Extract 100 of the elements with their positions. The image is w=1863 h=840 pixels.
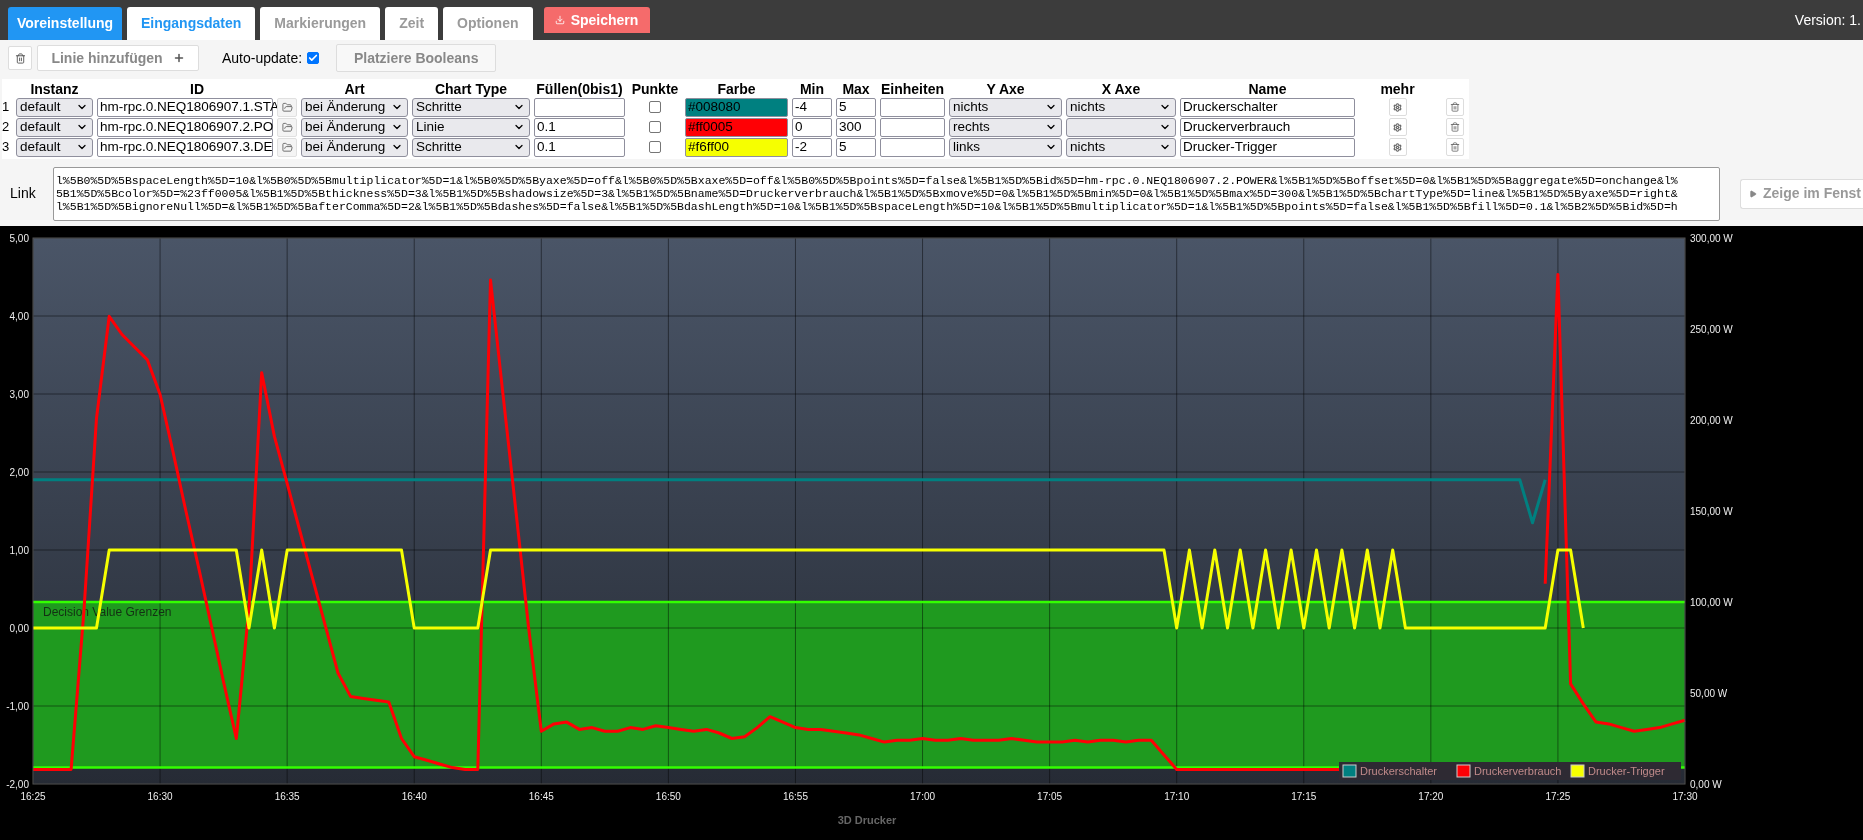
row-number: 2 xyxy=(2,118,11,137)
legend-label: Drucker-Trigger xyxy=(1588,765,1665,777)
row-number: 3 xyxy=(2,138,11,157)
settings-button[interactable] xyxy=(1388,138,1407,156)
axis-label: 4,00 xyxy=(9,311,29,322)
input-field[interactable]: 0 xyxy=(792,117,832,137)
axis-label: 150,00 W xyxy=(1690,506,1733,517)
input-field[interactable]: Druckerverbrauch xyxy=(1180,117,1355,137)
column-header: Füllen(0bis1) xyxy=(535,80,624,99)
input-field[interactable]: 0.1 xyxy=(534,137,625,157)
link-textarea[interactable] xyxy=(52,166,1720,221)
checkbox[interactable] xyxy=(307,52,320,64)
version-label: Version: 1. xyxy=(1794,10,1862,30)
input-field[interactable]: Drucker-Trigger xyxy=(1180,137,1355,157)
input-field[interactable]: #f6ff00 xyxy=(685,137,788,157)
dropdown[interactable]: nichts xyxy=(1066,97,1176,117)
input-field[interactable]: -4 xyxy=(792,97,832,117)
column-header: Name xyxy=(1247,80,1288,99)
axis-label: 2,00 xyxy=(9,467,29,478)
checkbox[interactable] xyxy=(649,101,661,113)
input-field[interactable]: hm-rpc.0.NEQ1806907.3.DE xyxy=(97,137,273,157)
dropdown[interactable]: Linie xyxy=(412,117,530,137)
column-header: ID xyxy=(189,80,205,99)
column-header: mehr xyxy=(1379,80,1416,99)
trash-icon xyxy=(1450,142,1460,152)
input-field[interactable]: #008080 xyxy=(685,97,788,117)
column-header: Y Axe xyxy=(985,80,1026,99)
delete-button[interactable] xyxy=(1446,138,1464,156)
delete-button[interactable] xyxy=(1446,118,1464,136)
folder-icon xyxy=(281,121,293,133)
folder-button[interactable] xyxy=(277,97,297,117)
dropdown[interactable]: nichts xyxy=(949,97,1062,117)
axis-label: 17:00 xyxy=(910,791,936,802)
add-line-button[interactable]: Linie hinzufügen xyxy=(37,45,199,71)
input-field[interactable]: 5 xyxy=(836,137,876,157)
dropdown[interactable]: default xyxy=(16,137,93,157)
trash-icon xyxy=(1450,102,1460,112)
axis-label: 250,00 W xyxy=(1690,324,1733,335)
dropdown[interactable]: default xyxy=(16,97,93,117)
axis-label: 100,00 W xyxy=(1690,597,1733,608)
axis-label: 0,00 W xyxy=(1690,779,1722,790)
delete-button[interactable] xyxy=(8,46,32,70)
axis-label: 0,00 xyxy=(9,623,29,634)
settings-button[interactable] xyxy=(1388,118,1407,136)
input-field[interactable]: 300 xyxy=(836,117,876,137)
axis-label: 17:25 xyxy=(1545,791,1571,802)
dropdown[interactable]: nichts xyxy=(1066,137,1176,157)
axis-label: 16:50 xyxy=(655,791,681,802)
dropdown[interactable]: bei Änderung xyxy=(301,97,408,117)
checkbox[interactable] xyxy=(649,121,661,133)
axis-label: 200,00 W xyxy=(1690,415,1733,426)
dropdown[interactable]: links xyxy=(949,137,1062,157)
folder-button[interactable] xyxy=(277,117,297,137)
checkbox[interactable] xyxy=(649,141,661,153)
settings-icon xyxy=(1393,102,1402,112)
dropdown[interactable]: rechts xyxy=(949,117,1062,137)
column-header: Art xyxy=(343,80,366,99)
legend-label: Druckerverbrauch xyxy=(1474,765,1562,777)
input-field[interactable]: #ff0005 xyxy=(685,117,788,137)
play-icon xyxy=(1748,189,1757,198)
settings-button[interactable] xyxy=(1388,98,1407,116)
plus-icon xyxy=(172,52,185,64)
input-field[interactable]: 5 xyxy=(836,97,876,117)
column-header: Farbe xyxy=(716,80,757,99)
axis-label: 5,00 xyxy=(9,233,29,244)
axis-label: 17:30 xyxy=(1672,791,1698,802)
axis-label: 16:45 xyxy=(528,791,554,802)
axis-label: -2,00 xyxy=(6,779,29,790)
dropdown[interactable]: bei Änderung xyxy=(301,117,408,137)
input-field[interactable] xyxy=(880,117,945,137)
link-text-line: 5B1%5D%5Bcolor%5D=%23ff0005&l%5B1%5D%5Bthickness%5D=3&l%5B1%5D%5Bshadowsize%5D=3&l%5B1%5D%5Bname%5D=Druckerverbrauch&l%5B1%5D%5Bxmove%5D=0&l%5B1%5D%5Bmin%5D=0&l%5B1%5D%5Bmax%5D=300&l%5B1%5D%5BchartType%5D=line&l%5B1%5D%5Byaxe%5D=right& xyxy=(55,187,1678,200)
axis-label: 16:30 xyxy=(147,791,173,802)
trash-icon xyxy=(1450,122,1460,132)
link-label: Link xyxy=(9,184,37,203)
axis-label: 3,00 xyxy=(9,389,29,400)
dropdown[interactable]: Schritte xyxy=(412,97,530,117)
dropdown[interactable] xyxy=(1066,117,1176,137)
settings-icon xyxy=(1393,142,1402,152)
column-header: Min xyxy=(798,80,826,99)
input-field[interactable] xyxy=(534,97,625,117)
axis-label: 16:25 xyxy=(20,791,46,802)
input-field[interactable] xyxy=(880,137,945,157)
trash-icon xyxy=(14,52,26,64)
input-field[interactable]: 0.1 xyxy=(534,117,625,137)
column-header: X Axe xyxy=(1100,80,1142,99)
dropdown[interactable]: bei Änderung xyxy=(301,137,408,157)
input-field[interactable]: Druckerschalter xyxy=(1180,97,1355,117)
row-number: 1 xyxy=(2,98,11,117)
folder-button[interactable] xyxy=(277,137,297,157)
input-field[interactable]: -2 xyxy=(792,137,832,157)
link-text-line: l%5B1%5D%5BignoreNull%5D=&l%5B1%5D%5BafterComma%5D=2&l%5B1%5D%5Bdashes%5D=false&l%5B1%5D%5BdashLength%5D=10&l%5B1%5D%5BspaceLength%5D=10&l%5B1%5D%5Bmultiplicator%5D=1&l%5B1%5D%5Bpoints%5D=false&l%5B1%5D%5Bfill%5D=0.1&l%5B2%5D%5Bid%5D=h xyxy=(55,200,1678,213)
delete-button[interactable] xyxy=(1446,98,1464,116)
dropdown[interactable]: Schritte xyxy=(412,137,530,157)
input-field[interactable]: hm-rpc.0.NEQ1806907.2.PO xyxy=(97,117,273,137)
input-field[interactable] xyxy=(880,97,945,117)
axis-label: 300,00 W xyxy=(1690,233,1733,244)
link-text-line: l%5B0%5D%5BspaceLength%5D=10&l%5B0%5D%5Bmultiplicator%5D=1&l%5B0%5D%5Byaxe%5D=off&l%5B0%5D%5Bxaxe%5D=off&l%5B0%5D%5Bpoints%5D=false&l%5B1%5D%5Bid%5D=hm-rpc.0.NEQ1806907.2.POWER&l%5B1%5D%5Boffset%5D=0&l%5B1%5D%5Baggregate%5D=onchange&l% xyxy=(55,174,1678,187)
dropdown[interactable]: default xyxy=(16,117,93,137)
settings-icon xyxy=(1393,122,1402,132)
column-header: Punkte xyxy=(630,80,680,99)
